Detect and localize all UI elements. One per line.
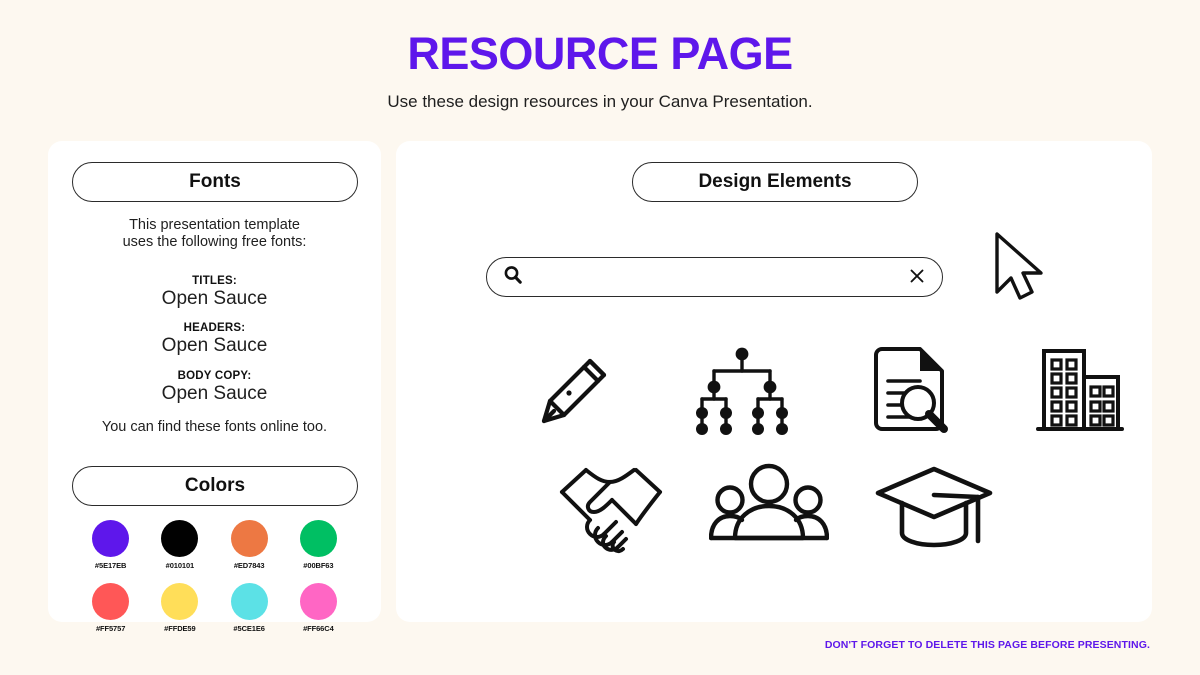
- color-dot: [161, 520, 199, 557]
- font-group-titles: TITLES: Open Sauce: [48, 275, 381, 310]
- fonts-and-colors-panel: Fonts This presentation template uses th…: [48, 141, 381, 633]
- color-swatch-grid: #5E17EB #010101 #ED7843 #00BF63 #FF5757 …: [76, 520, 353, 633]
- org-chart-icon[interactable]: [694, 341, 790, 437]
- color-hex-label: #5E17EB: [94, 561, 127, 570]
- people-group-icon[interactable]: [709, 458, 829, 554]
- color-dot: [299, 520, 337, 557]
- color-swatch[interactable]: #5CE1E6: [215, 583, 284, 633]
- color-dot: [230, 520, 268, 557]
- mouse-cursor-icon: [989, 228, 1051, 311]
- font-group-name: Open Sauce: [161, 288, 268, 309]
- page-title: RESOURCE PAGE: [407, 28, 793, 79]
- color-hex-label: #FF5757: [95, 624, 126, 633]
- design-icon-row-1: [526, 341, 1126, 437]
- font-group-label: BODY COPY:: [177, 370, 252, 382]
- fonts-intro: This presentation template uses the foll…: [48, 217, 381, 251]
- handshake-icon[interactable]: [556, 456, 666, 556]
- color-swatch[interactable]: #FF66C4: [284, 583, 353, 633]
- font-group-body-copy: BODY COPY: Open Sauce: [48, 370, 381, 405]
- design-elements-header: Design Elements: [632, 162, 918, 202]
- color-hex-label: #ED7843: [233, 561, 265, 570]
- color-swatch[interactable]: #5E17EB: [76, 520, 145, 570]
- color-dot: [92, 520, 130, 557]
- search-input[interactable]: [525, 268, 908, 286]
- color-hex-label: #00BF63: [303, 561, 334, 570]
- font-group-headers: HEADERS: Open Sauce: [48, 322, 381, 357]
- fonts-outro: You can find these fonts online too.: [101, 419, 328, 435]
- color-dot: [299, 583, 337, 620]
- color-dot: [161, 583, 199, 620]
- design-elements-panel: Design Elements: [396, 141, 1152, 622]
- color-swatch[interactable]: #010101: [145, 520, 214, 570]
- color-dot: [230, 583, 268, 620]
- font-group-label: TITLES:: [192, 275, 237, 287]
- fonts-intro-line-1: This presentation template: [129, 217, 300, 233]
- search-icon: [501, 263, 525, 292]
- color-hex-label: #FF66C4: [303, 624, 334, 633]
- color-swatch[interactable]: #ED7843: [215, 520, 284, 570]
- color-hex-label: #FFDE59: [164, 624, 196, 633]
- font-group-name: Open Sauce: [161, 383, 268, 404]
- graduation-cap-icon[interactable]: [872, 461, 996, 551]
- document-search-icon[interactable]: [862, 341, 958, 437]
- close-icon[interactable]: [908, 267, 926, 288]
- page-subtitle: Use these design resources in your Canva…: [387, 92, 813, 111]
- design-elements-title: Design Elements: [698, 171, 852, 192]
- design-icon-row-2: [556, 456, 996, 556]
- office-buildings-icon[interactable]: [1030, 341, 1126, 437]
- colors-section-title: Colors: [184, 475, 246, 496]
- font-group-label: HEADERS:: [183, 322, 246, 334]
- color-swatch[interactable]: #00BF63: [284, 520, 353, 570]
- color-swatch[interactable]: #FFDE59: [145, 583, 214, 633]
- search-bar[interactable]: [486, 257, 943, 297]
- colors-section-header: Colors: [72, 466, 358, 506]
- color-hex-label: #010101: [165, 561, 195, 570]
- color-hex-label: #5CE1E6: [233, 624, 265, 633]
- color-swatch[interactable]: #FF5757: [76, 583, 145, 633]
- fonts-section-title: Fonts: [189, 171, 241, 192]
- font-group-name: Open Sauce: [161, 335, 268, 356]
- pencil-icon[interactable]: [526, 341, 622, 437]
- fonts-section-header: Fonts: [72, 162, 358, 202]
- color-dot: [92, 583, 130, 620]
- fonts-intro-line-2: uses the following free fonts:: [122, 234, 307, 250]
- footer-warning-note: DON'T FORGET TO DELETE THIS PAGE BEFORE …: [824, 639, 1150, 651]
